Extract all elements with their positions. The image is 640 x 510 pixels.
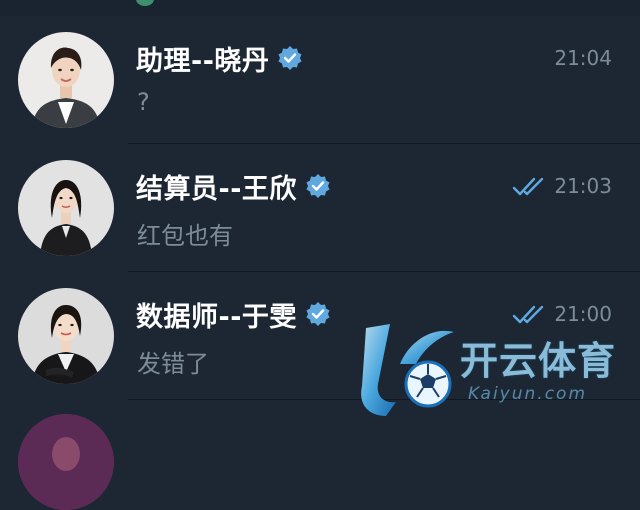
chat-row[interactable]: 助理--晓丹 21:04 ? [0, 16, 640, 144]
avatar[interactable] [18, 414, 114, 510]
watermark-brand: 开云体育 [460, 339, 617, 383]
message-preview: 红包也有 [137, 222, 233, 250]
verified-badge-icon [278, 46, 302, 70]
message-time: 21:04 [554, 46, 612, 70]
verified-badge-icon [306, 174, 330, 198]
woman-avatar-icon [18, 32, 114, 128]
watermark-sub: Kaiyun.com [468, 384, 588, 404]
read-double-check-icon [512, 177, 544, 196]
contact-name: 结算员--王欣 [136, 173, 297, 205]
status-dot [136, 0, 154, 6]
avatar[interactable] [18, 288, 114, 384]
k-ball-logo-icon [361, 324, 454, 416]
top-header-strip [0, 0, 640, 16]
message-preview: 发错了 [137, 350, 209, 378]
contact-name: 数据师--于雯 [136, 301, 297, 333]
woman-avatar-icon [18, 288, 114, 384]
message-preview: ? [137, 88, 150, 116]
woman-avatar-icon [18, 414, 114, 510]
chat-row[interactable]: 结算员--王欣 21:03 红包也有 [0, 144, 640, 272]
chat-title: 助理--晓丹 [136, 40, 303, 77]
watermark-logo: 开云体育 Kaiyun.com [356, 318, 636, 422]
chat-title: 数据师--于雯 [136, 296, 331, 333]
message-time: 21:03 [554, 174, 612, 198]
avatar[interactable] [18, 160, 114, 256]
chat-title: 结算员--王欣 [136, 168, 331, 205]
verified-badge-icon [306, 302, 330, 326]
contact-name: 助理--晓丹 [136, 45, 270, 77]
woman-avatar-icon [18, 160, 114, 256]
avatar[interactable] [18, 32, 114, 128]
